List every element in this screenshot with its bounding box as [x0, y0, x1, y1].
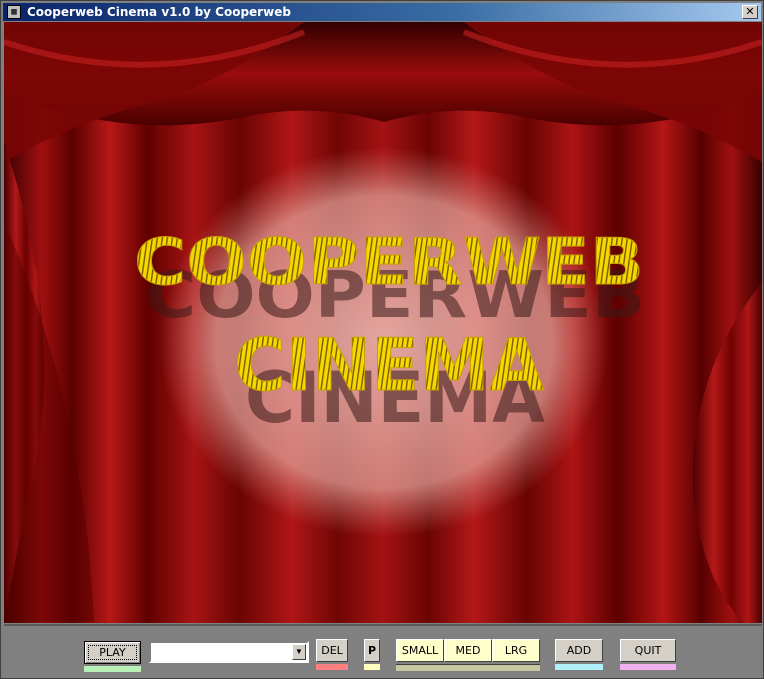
play-indicator	[84, 666, 141, 672]
app-window: ▦ Cooperweb Cinema v1.0 by Cooperweb ✕ C…	[0, 0, 764, 679]
quit-indicator	[620, 664, 676, 670]
add-button[interactable]: ADD	[555, 639, 603, 662]
app-icon[interactable]: ▦	[7, 5, 21, 19]
del-indicator	[316, 664, 348, 670]
close-button[interactable]: ✕	[742, 5, 758, 19]
window-title: Cooperweb Cinema v1.0 by Cooperweb	[27, 5, 291, 19]
quit-button[interactable]: QUIT	[620, 639, 676, 662]
large-size-button[interactable]: LRG	[492, 639, 540, 662]
cinema-stage: COOPERWEB CINEMA COOPERWEB CINEMA	[4, 22, 762, 623]
size-indicator	[396, 664, 540, 671]
logo-title-cooperweb: COOPERWEB	[134, 226, 644, 300]
play-button-label: PLAY	[99, 646, 126, 659]
dropdown-arrow-icon[interactable]: ▼	[292, 644, 306, 660]
p-indicator	[364, 664, 380, 670]
title-bar[interactable]: ▦ Cooperweb Cinema v1.0 by Cooperweb ✕	[3, 3, 761, 21]
add-indicator	[555, 664, 603, 670]
control-bar: PLAY ▼ DEL P SMALL MED LRG ADD QUIT	[4, 624, 762, 677]
curtain-scene: COOPERWEB CINEMA COOPERWEB CINEMA	[4, 22, 762, 623]
logo-title-cinema: CINEMA	[234, 323, 544, 407]
medium-size-button[interactable]: MED	[444, 639, 492, 662]
del-button[interactable]: DEL	[316, 639, 348, 662]
movie-select[interactable]: ▼	[149, 641, 309, 663]
small-size-button[interactable]: SMALL	[396, 639, 444, 662]
play-button[interactable]: PLAY	[84, 641, 141, 664]
p-button[interactable]: P	[364, 639, 380, 662]
